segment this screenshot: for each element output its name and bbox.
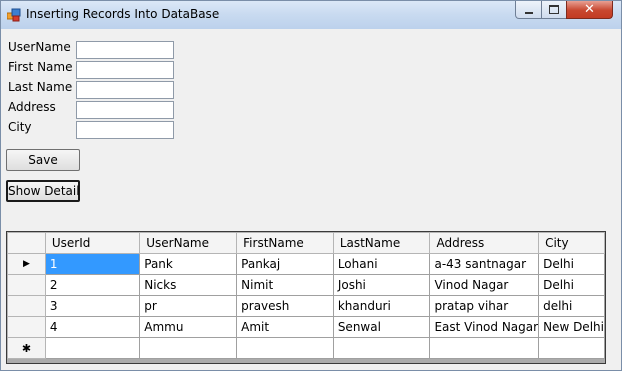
current-row-icon[interactable]: ▶ — [7, 253, 46, 275]
column-header[interactable]: FirstName — [236, 232, 334, 254]
column-header[interactable]: City — [538, 232, 605, 254]
grid-cell[interactable]: Senwal — [332, 316, 431, 338]
column-header[interactable]: UserName — [139, 232, 238, 254]
column-header[interactable]: UserId — [44, 232, 141, 254]
grid-cell[interactable]: Joshi — [332, 274, 431, 296]
firstname-label: First Name — [8, 60, 73, 74]
close-button[interactable]: ✕ — [566, 1, 613, 19]
row-header[interactable] — [7, 316, 46, 338]
grid-corner — [7, 232, 46, 254]
maximize-icon — [549, 5, 559, 14]
grid-cell[interactable]: khanduri — [332, 295, 431, 317]
close-icon: ✕ — [584, 2, 595, 17]
window-title: Inserting Records Into DataBase — [26, 7, 220, 21]
grid-cell[interactable]: 4 — [44, 316, 141, 338]
grid-cell[interactable] — [236, 337, 334, 359]
grid-cell[interactable]: 3 — [44, 295, 141, 317]
grid-cell[interactable]: Delhi — [538, 274, 605, 296]
new-row[interactable]: ✱ — [7, 337, 605, 359]
main-window: Inserting Records Into DataBase ✕ UserNa… — [0, 0, 622, 371]
grid-cell[interactable]: pratap vihar — [429, 295, 540, 317]
minimize-button[interactable] — [515, 1, 542, 19]
grid-cell[interactable]: a-43 santnagar — [429, 253, 540, 275]
table-row[interactable]: 3 pr pravesh khanduri pratap vihar delhi — [7, 295, 605, 317]
grid-cell[interactable]: delhi — [538, 295, 605, 317]
city-input[interactable] — [76, 121, 174, 139]
grid-cell[interactable] — [44, 337, 141, 359]
save-button[interactable]: Save — [6, 149, 80, 171]
address-label: Address — [8, 100, 56, 114]
header-row: UserId UserName FirstName LastName Addre… — [7, 232, 605, 254]
firstname-input[interactable] — [76, 61, 174, 79]
grid-cell[interactable]: Lohani — [332, 253, 431, 275]
grid-cell[interactable]: East Vinod Nagar — [429, 316, 540, 338]
grid-cell[interactable]: 1 — [44, 253, 141, 275]
column-header[interactable]: Address — [429, 232, 540, 254]
grid-cell[interactable]: Nicks — [139, 274, 238, 296]
grid-cell[interactable]: Ammu — [139, 316, 238, 338]
grid-cell[interactable] — [429, 337, 540, 359]
address-input[interactable] — [76, 101, 174, 119]
grid-cell[interactable]: Amit — [236, 316, 334, 338]
title-bar[interactable]: Inserting Records Into DataBase ✕ — [1, 1, 621, 29]
grid-cell[interactable]: pr — [139, 295, 238, 317]
table-row[interactable]: ▶ 1 Pank Pankaj Lohani a-43 santnagar De… — [7, 253, 605, 275]
app-icon — [7, 8, 21, 22]
grid-cell[interactable]: Pankaj — [236, 253, 334, 275]
grid-cell[interactable] — [538, 337, 605, 359]
grid-cell[interactable]: pravesh — [236, 295, 334, 317]
grid-cell[interactable]: Delhi — [538, 253, 605, 275]
city-label: City — [8, 120, 32, 134]
row-header[interactable] — [7, 274, 46, 296]
minimize-icon — [524, 11, 533, 14]
grid-cell[interactable]: Pank — [139, 253, 238, 275]
username-label: UserName — [8, 40, 71, 54]
grid-cell[interactable]: Nimit — [236, 274, 334, 296]
show-detail-button[interactable]: Show Detail — [6, 180, 80, 202]
lastname-label: Last Name — [8, 80, 73, 94]
grid-table: UserId UserName FirstName LastName Addre… — [7, 232, 605, 359]
lastname-input[interactable] — [76, 81, 174, 99]
row-header[interactable] — [7, 295, 46, 317]
table-row[interactable]: 4 Ammu Amit Senwal East Vinod Nagar New … — [7, 316, 605, 338]
username-input[interactable] — [76, 41, 174, 59]
grid-cell[interactable] — [332, 337, 431, 359]
grid-cell[interactable]: New Delhi — [538, 316, 605, 338]
new-row-icon[interactable]: ✱ — [7, 337, 46, 359]
maximize-button[interactable] — [541, 1, 567, 19]
grid-cell[interactable]: 2 — [44, 274, 141, 296]
grid-cell[interactable]: Vinod Nagar — [429, 274, 540, 296]
data-grid[interactable]: UserId UserName FirstName LastName Addre… — [6, 231, 606, 364]
table-row[interactable]: 2 Nicks Nimit Joshi Vinod Nagar Delhi — [7, 274, 605, 296]
column-header[interactable]: LastName — [332, 232, 431, 254]
grid-cell[interactable] — [139, 337, 238, 359]
